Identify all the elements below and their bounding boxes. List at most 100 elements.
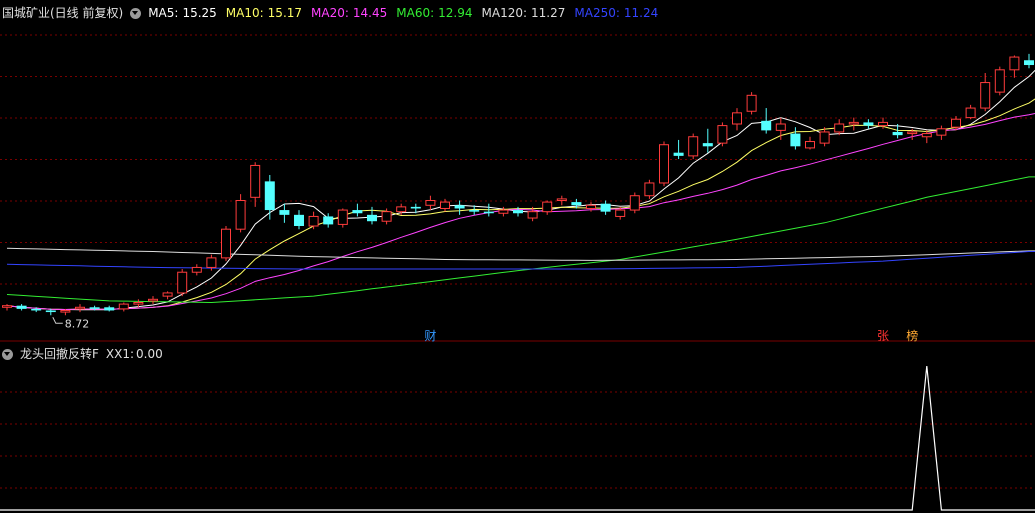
candle-body-up bbox=[133, 302, 144, 305]
ma-legend-item-ma20: MA20: 14.45 bbox=[311, 4, 387, 22]
candle bbox=[367, 206, 377, 225]
candle bbox=[746, 92, 757, 115]
candle-body-up bbox=[308, 215, 319, 227]
indicator-settings-dropdown-icon[interactable] bbox=[2, 348, 13, 360]
xx1-value: 0.00 bbox=[136, 347, 163, 361]
candle bbox=[790, 127, 801, 150]
stock-title[interactable]: 国城矿业(日线 前复权) bbox=[2, 4, 123, 22]
ma-legend-label: MA20: bbox=[311, 6, 349, 20]
candle-body-up bbox=[556, 198, 567, 201]
candle-body-up bbox=[994, 69, 1005, 93]
ma-line-ma120 bbox=[6, 247, 1035, 261]
candle bbox=[980, 73, 991, 112]
indicator-title[interactable]: 龙头回撤反转F bbox=[20, 345, 99, 363]
candle bbox=[717, 122, 728, 147]
candle bbox=[75, 304, 85, 313]
candle-body-down bbox=[702, 143, 713, 147]
candle-body-up bbox=[688, 136, 699, 157]
candle-body-down bbox=[294, 214, 304, 226]
candle-body-down bbox=[89, 307, 100, 309]
candle-body-up bbox=[2, 305, 12, 308]
candle-body-down bbox=[673, 152, 684, 156]
candle-body-up bbox=[819, 131, 830, 144]
candle bbox=[673, 139, 684, 160]
ma-legend-item-ma5: MA5: 15.25 bbox=[148, 4, 217, 22]
ma-settings-dropdown-icon[interactable] bbox=[130, 7, 142, 19]
candle-body-down bbox=[469, 210, 480, 212]
ma-legend-value: 11.27 bbox=[531, 6, 566, 20]
indicator-header: 龙头回撤反转F XX1: 0.00 bbox=[2, 345, 163, 363]
candle-body-up bbox=[60, 309, 71, 313]
ma-legend-value: 11.24 bbox=[623, 6, 659, 20]
candle-body-up bbox=[337, 209, 348, 225]
ma-legend-item-ma60: MA60: 12.94 bbox=[396, 4, 472, 22]
candle-body-up bbox=[162, 292, 173, 297]
candle bbox=[761, 108, 772, 134]
chart-header: 国城矿业(日线 前复权) MA5: 15.25 MA10: 15.17 MA20: 14.… bbox=[2, 4, 658, 22]
candle-body-up bbox=[615, 209, 626, 217]
candle-body-up bbox=[191, 266, 202, 273]
ma-line-ma10 bbox=[6, 98, 1035, 311]
candle-body-down bbox=[31, 308, 42, 311]
candle bbox=[235, 194, 246, 233]
candle bbox=[629, 192, 640, 214]
candle-body-up bbox=[586, 204, 596, 209]
moving-average-lines bbox=[6, 69, 1035, 311]
low-price-label: 8.72 bbox=[65, 317, 90, 330]
candle-body-up bbox=[118, 303, 129, 310]
candle-body-down bbox=[104, 307, 115, 311]
candle bbox=[688, 133, 699, 160]
candle-body-up bbox=[746, 94, 757, 112]
candle-body-down bbox=[600, 203, 611, 212]
candle bbox=[16, 304, 27, 311]
candle-body-up bbox=[235, 200, 246, 230]
ma-legend-item-ma250: MA250: 11.24 bbox=[574, 4, 658, 22]
candle bbox=[337, 208, 348, 228]
candle-body-up bbox=[936, 128, 947, 136]
price-annotations: 17.248.72财张榜 bbox=[52, 317, 918, 343]
candle bbox=[542, 200, 553, 215]
candle-body-up bbox=[980, 82, 991, 109]
candle-body-up bbox=[878, 121, 888, 127]
candle-body-up bbox=[542, 201, 553, 213]
low-pointer bbox=[52, 317, 63, 324]
candle-body-up bbox=[629, 195, 640, 211]
candle-body-up bbox=[498, 209, 509, 214]
candle bbox=[965, 104, 976, 120]
candle-body-up bbox=[659, 144, 669, 184]
ma-legend-value: 15.25 bbox=[182, 6, 217, 20]
candle bbox=[848, 117, 859, 131]
candle-body-up bbox=[965, 107, 976, 119]
candle-body-up bbox=[527, 211, 538, 219]
event-marker: 财 bbox=[424, 329, 436, 343]
xx1-label: XX1: bbox=[105, 347, 135, 361]
candle-body-up bbox=[848, 121, 859, 125]
candle bbox=[191, 264, 202, 276]
candle-body-down bbox=[367, 214, 377, 222]
candle-body-up bbox=[717, 125, 728, 144]
ma-legend-value: 15.17 bbox=[267, 6, 303, 20]
candle-body-up bbox=[148, 298, 158, 302]
candle-body-down bbox=[571, 202, 582, 206]
candle bbox=[732, 108, 742, 131]
event-marker: 榜 bbox=[906, 328, 918, 343]
ma-legend-label: MA5: bbox=[148, 6, 179, 20]
ma-line-ma20 bbox=[6, 113, 1035, 311]
candle bbox=[921, 130, 932, 144]
candle bbox=[177, 269, 188, 297]
candle-body-down bbox=[45, 310, 56, 313]
candle-body-down bbox=[483, 211, 494, 214]
chart-canvas: 17.248.72财张榜 bbox=[0, 34, 1035, 511]
candle-body-up bbox=[425, 200, 436, 206]
candle bbox=[556, 195, 567, 206]
candle-body-down bbox=[279, 210, 290, 215]
candle bbox=[702, 128, 713, 153]
candle-body-up bbox=[75, 306, 85, 310]
candle-body-up bbox=[250, 164, 261, 198]
candle-body-up bbox=[381, 211, 392, 222]
candle bbox=[1024, 53, 1034, 69]
candle bbox=[571, 198, 582, 209]
candle bbox=[425, 195, 436, 211]
candle-body-up bbox=[834, 123, 845, 133]
ma-legend-value: 14.45 bbox=[352, 6, 388, 20]
